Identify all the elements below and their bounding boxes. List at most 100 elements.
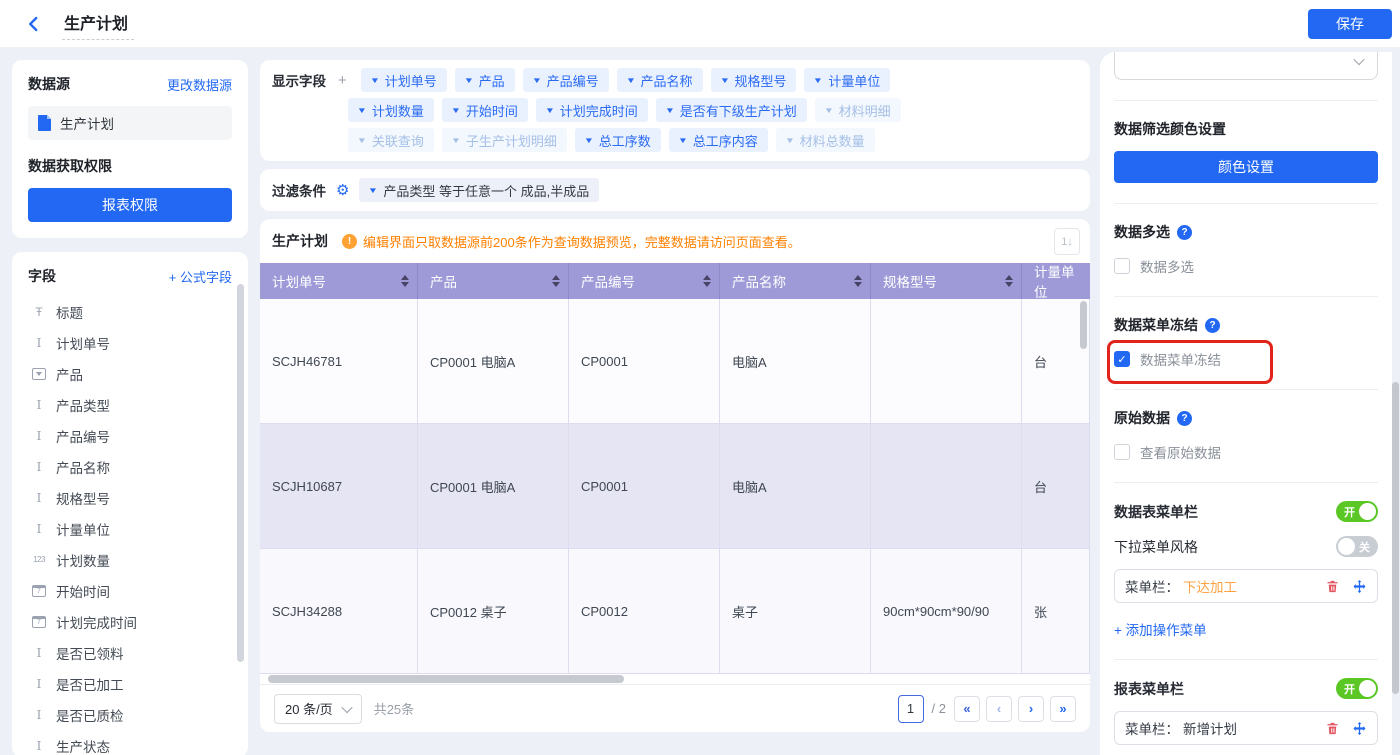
delete-icon[interactable]	[1325, 721, 1340, 736]
total-count: 共25条	[374, 699, 414, 718]
save-button[interactable]: 保存	[1308, 9, 1392, 39]
field-item-start-time[interactable]: 开始时间	[12, 575, 248, 606]
column-header-spec[interactable]: 规格型号	[871, 263, 1022, 299]
field-list: 标题 计划单号 产品 产品类型 产品编号 产品名称 规格型号 计量单位 计划数量…	[12, 296, 248, 755]
table-vertical-scrollbar[interactable]	[1080, 301, 1087, 349]
multi-select-checkbox[interactable]	[1114, 258, 1130, 274]
chip-product-name[interactable]: ▼产品名称	[617, 68, 703, 92]
prev-page-button[interactable]: ‹	[986, 696, 1012, 722]
fields-scrollbar[interactable]	[237, 284, 244, 662]
change-datasource-link[interactable]: 更改数据源	[167, 75, 232, 94]
chip-start-time[interactable]: ▼开始时间	[442, 98, 528, 122]
menubar-item[interactable]: 菜单栏： 下达加工	[1114, 569, 1378, 603]
menu-freeze-checkbox[interactable]: ✓	[1114, 351, 1130, 367]
chip-unit[interactable]: ▼计量单位	[804, 68, 890, 92]
move-icon[interactable]	[1352, 579, 1367, 594]
field-item-prod-status[interactable]: 生产状态	[12, 730, 248, 755]
field-item-unit[interactable]: 计量单位	[12, 513, 248, 544]
add-formula-field-link[interactable]: + 公式字段	[169, 267, 232, 286]
field-item-product-type[interactable]: 产品类型	[12, 389, 248, 420]
table-menubar-toggle[interactable]: 开	[1336, 501, 1378, 522]
help-icon[interactable]: ?	[1205, 318, 1220, 333]
page-title[interactable]: 生产计划	[62, 8, 134, 40]
report-permission-button[interactable]: 报表权限	[28, 188, 232, 222]
field-label: 计划单号	[56, 333, 110, 353]
first-page-button[interactable]: «	[954, 696, 980, 722]
last-page-button[interactable]: »	[1050, 696, 1076, 722]
chip-plan-no[interactable]: ▼计划单号	[361, 68, 447, 92]
field-item-title[interactable]: 标题	[12, 296, 248, 327]
back-button[interactable]	[20, 10, 48, 38]
chip-material-total[interactable]: ▼材料总数量	[776, 128, 875, 152]
field-item-product-name[interactable]: 产品名称	[12, 451, 248, 482]
chip-finish-time[interactable]: ▼计划完成时间	[536, 98, 648, 122]
raw-data-option[interactable]: 查看原始数据	[1114, 442, 1378, 462]
field-item-plan-qty[interactable]: 计划数量	[12, 544, 248, 575]
sort-icon[interactable]	[1005, 275, 1013, 287]
field-item-material-taken[interactable]: 是否已领料	[12, 637, 248, 668]
multi-select-heading: 数据多选	[1114, 222, 1170, 242]
sort-icon[interactable]	[401, 275, 409, 287]
gear-icon[interactable]: ⚙	[336, 181, 349, 199]
chip-product-code[interactable]: ▼产品编号	[523, 68, 609, 92]
chevron-down-icon	[1353, 54, 1364, 65]
chip-has-subplan[interactable]: ▼是否有下级生产计划	[656, 98, 807, 122]
multi-select-option[interactable]: 数据多选	[1114, 256, 1378, 276]
field-item-product-code[interactable]: 产品编号	[12, 420, 248, 451]
horizontal-scrollbar[interactable]	[268, 675, 624, 683]
filter-card: 过滤条件 ⚙ ▼产品类型 等于任意一个 成品,半成品	[260, 169, 1090, 211]
help-icon[interactable]: ?	[1177, 225, 1192, 240]
field-item-finish-time[interactable]: 计划完成时间	[12, 606, 248, 637]
column-header-product-code[interactable]: 产品编号	[569, 263, 720, 299]
field-item-processed[interactable]: 是否已加工	[12, 668, 248, 699]
sort-icon[interactable]	[552, 275, 560, 287]
chip-process-content[interactable]: ▼总工序内容	[669, 128, 768, 152]
field-item-product[interactable]: 产品	[12, 358, 248, 389]
add-action-menu-link[interactable]: + 添加操作菜单	[1114, 619, 1378, 639]
chip-material-detail[interactable]: ▼材料明细	[815, 98, 901, 122]
field-item-inspected[interactable]: 是否已质检	[12, 699, 248, 730]
window-scrollbar[interactable]	[1392, 382, 1399, 694]
sort-icon[interactable]	[854, 275, 862, 287]
dropdown-style-toggle[interactable]: 关	[1336, 536, 1378, 557]
cell: CP0001	[569, 299, 720, 424]
table-row[interactable]: SCJH46781 CP0001 电脑A CP0001 电脑A 台	[260, 299, 1090, 424]
column-header-plan-no[interactable]: 计划单号	[260, 263, 418, 299]
raw-data-checkbox[interactable]	[1114, 444, 1130, 460]
menu-freeze-option[interactable]: ✓ 数据菜单冻结	[1114, 349, 1378, 369]
table-row-highlighted[interactable]: SCJH10687 CP0001 电脑A CP0001 电脑A 台	[260, 424, 1090, 549]
column-header-product[interactable]: 产品	[418, 263, 569, 299]
add-display-field-icon[interactable]: +	[338, 72, 347, 89]
menubar-item[interactable]: 菜单栏： 新增计划	[1114, 711, 1378, 745]
filter-condition-chip[interactable]: ▼产品类型 等于任意一个 成品,半成品	[359, 178, 599, 202]
column-header-unit[interactable]: 计量单位	[1022, 263, 1090, 299]
color-settings-button[interactable]: 颜色设置	[1114, 151, 1378, 183]
current-page-input[interactable]: 1	[898, 695, 924, 723]
permission-heading: 数据获取权限	[28, 156, 232, 176]
page-size-select[interactable]: 20 条/页	[274, 694, 362, 724]
chip-product[interactable]: ▼产品	[455, 68, 515, 92]
field-item-plan-no[interactable]: 计划单号	[12, 327, 248, 358]
chip-subplan-detail[interactable]: ▼子生产计划明细	[442, 128, 567, 152]
menubar-item-value[interactable]: 新增计划	[1183, 718, 1237, 738]
column-header-product-name[interactable]: 产品名称	[720, 263, 871, 299]
next-page-button[interactable]: ›	[1018, 696, 1044, 722]
chip-process-count[interactable]: ▼总工序数	[575, 128, 661, 152]
chip-related-query[interactable]: ▼关联查询	[348, 128, 434, 152]
field-item-spec[interactable]: 规格型号	[12, 482, 248, 513]
menubar-item-value[interactable]: 下达加工	[1183, 576, 1237, 596]
settings-select[interactable]	[1114, 52, 1378, 80]
datasource-item[interactable]: 生产计划	[28, 106, 232, 140]
chip-plan-qty[interactable]: ▼计划数量	[348, 98, 434, 122]
chip-spec[interactable]: ▼规格型号	[711, 68, 797, 92]
text-field-icon	[32, 398, 46, 412]
chevron-down-icon: ▼	[464, 76, 474, 85]
report-menubar-toggle[interactable]: 开	[1336, 678, 1378, 699]
delete-icon[interactable]	[1325, 579, 1340, 594]
field-label: 产品类型	[56, 395, 110, 415]
sort-icon[interactable]	[703, 275, 711, 287]
move-icon[interactable]	[1352, 721, 1367, 736]
row-height-tool[interactable]: 1↓	[1054, 228, 1080, 255]
help-icon[interactable]: ?	[1177, 411, 1192, 426]
table-row[interactable]: SCJH34288 CP0012 桌子 CP0012 桌子 90cm*90cm*…	[260, 549, 1090, 674]
